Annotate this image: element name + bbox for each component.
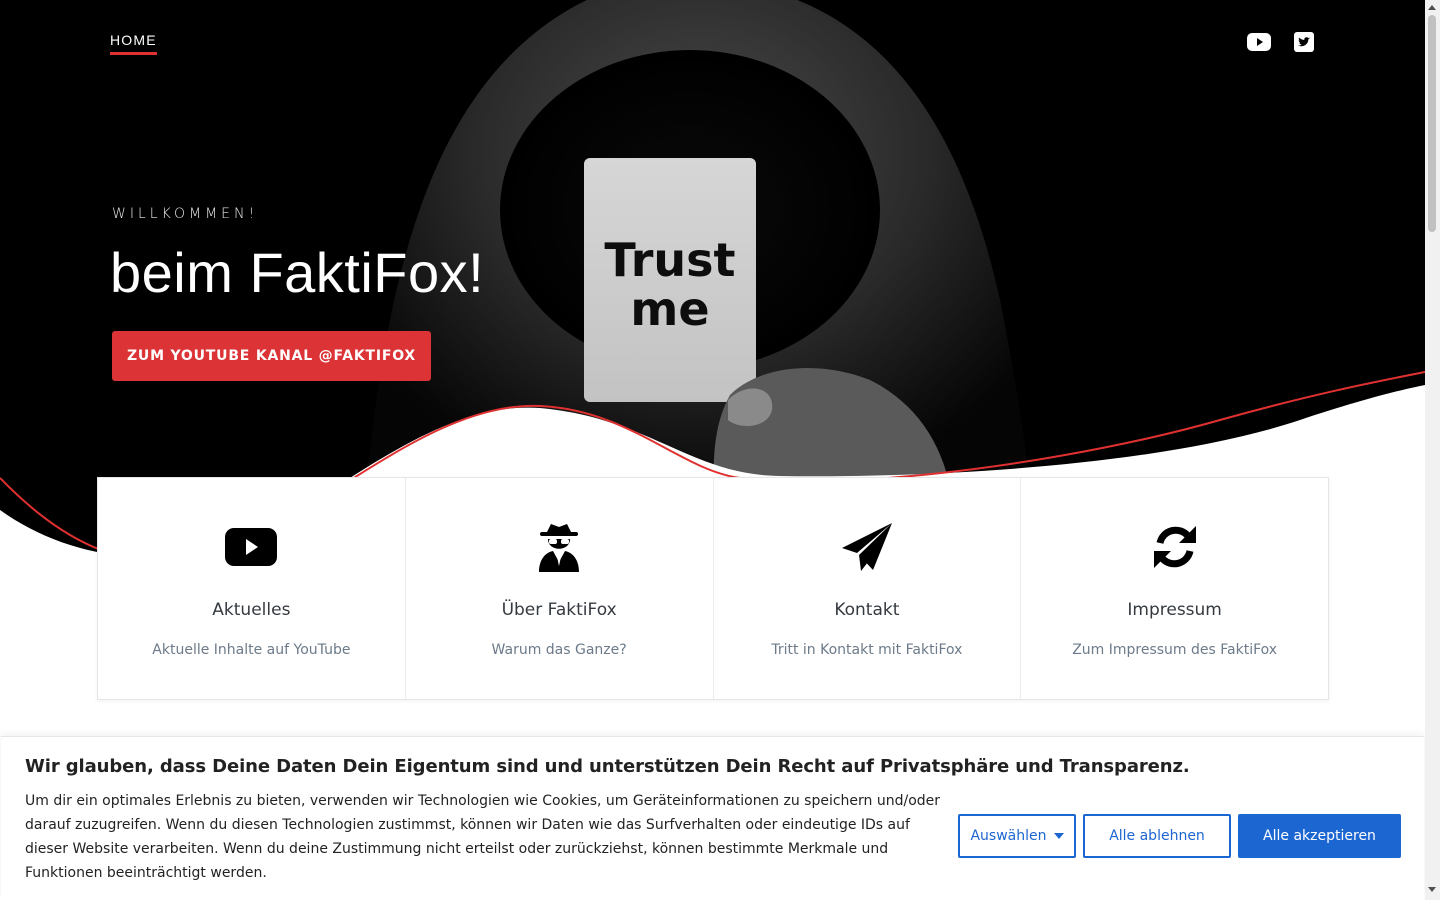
feature-title: Aktuelles [212,600,291,620]
refresh-icon [1148,520,1202,574]
feature-card-ueber[interactable]: Über FaktiFox Warum das Ganze? [406,478,714,699]
hero-section: Trust me HOME WILLKOMMEN! beim FaktiFox!… [0,0,1425,560]
youtube-icon[interactable] [1247,31,1271,53]
card-text-line-1: Trust [604,233,735,287]
caret-down-icon [1053,833,1064,839]
feature-cards: Aktuelles Aktuelle Inhalte auf YouTube Ü… [97,477,1329,700]
hero-eyebrow: WILLKOMMEN! [112,206,259,222]
feature-subtitle: Tritt in Kontakt mit FaktiFox [771,642,963,658]
cookie-select-button[interactable]: Auswählen [958,814,1076,858]
feature-title: Über FaktiFox [501,600,617,620]
feature-subtitle: Aktuelle Inhalte auf YouTube [152,642,351,658]
feature-subtitle: Warum das Ganze? [491,642,627,658]
feature-subtitle: Zum Impressum des FaktiFox [1072,642,1278,658]
scroll-down-arrow-icon[interactable] [1428,887,1436,892]
cookie-accept-all-button[interactable]: Alle akzeptieren [1238,814,1401,858]
feature-card-impressum[interactable]: Impressum Zum Impressum des FaktiFox [1021,478,1328,699]
page-scrollbar[interactable] [1425,0,1440,900]
cookie-title: Wir glauben, dass Deine Daten Dein Eigen… [25,756,1190,777]
youtube-channel-button[interactable]: ZUM YOUTUBE KANAL @FAKTIFOX [112,331,431,381]
feature-card-kontakt[interactable]: Kontakt Tritt in Kontakt mit FaktiFox [714,478,1022,699]
scrollbar-thumb[interactable] [1428,15,1436,232]
user-secret-icon [532,520,586,574]
hero-title: beim FaktiFox! [110,241,485,304]
scroll-up-arrow-icon[interactable] [1428,5,1436,10]
paper-plane-icon [840,520,894,574]
feature-title: Impressum [1127,600,1222,620]
cookie-banner: Wir glauben, dass Deine Daten Dein Eigen… [1,736,1424,900]
twitter-icon[interactable] [1293,31,1317,53]
youtube-play-icon [224,520,278,574]
cookie-text: Um dir ein optimales Erlebnis zu bieten,… [25,793,941,881]
cookie-select-label: Auswählen [970,828,1047,844]
feature-title: Kontakt [834,600,900,620]
feature-card-aktuelles[interactable]: Aktuelles Aktuelle Inhalte auf YouTube [98,478,406,699]
cookie-deny-all-button[interactable]: Alle ablehnen [1083,814,1231,858]
card-text-line-2: me [630,282,709,336]
nav-home-link[interactable]: HOME [110,32,157,55]
